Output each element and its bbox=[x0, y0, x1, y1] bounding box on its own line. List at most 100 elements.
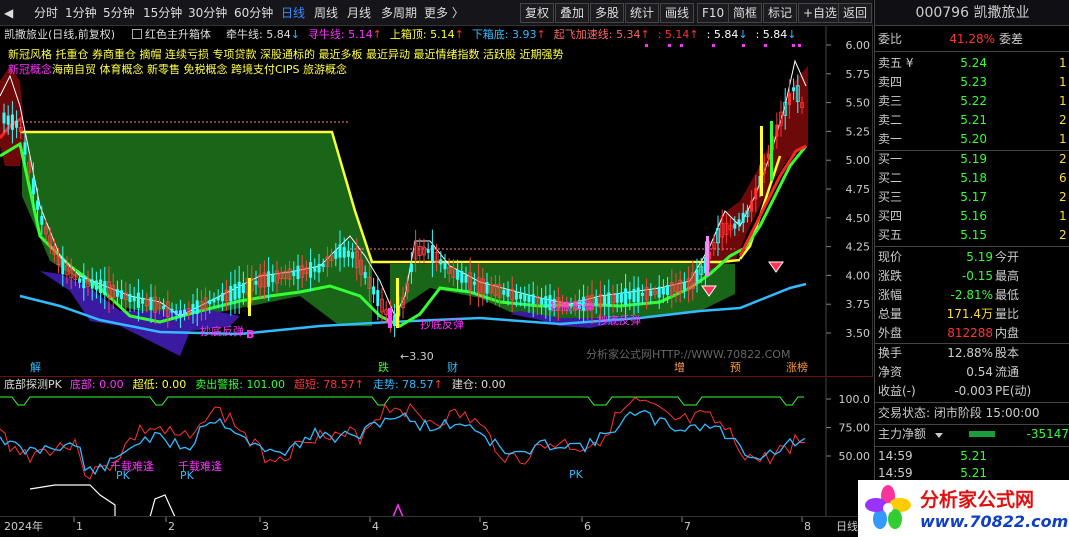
indicator-svg[interactable]: 100.0 75.00 50.00 bbox=[0, 377, 873, 517]
simple-frame-button[interactable]: 简框 bbox=[728, 3, 763, 23]
candle-body bbox=[351, 252, 355, 259]
bid-row[interactable]: 买五 5.15 2 bbox=[875, 226, 1069, 245]
level-label: 买二 bbox=[878, 171, 903, 185]
stat-row: 换手 12.88% 股本 bbox=[875, 344, 1069, 363]
tab-multi-period[interactable]: 多周期 bbox=[381, 4, 417, 22]
tab-more[interactable]: 更多 〉 bbox=[424, 4, 464, 22]
tab-1min[interactable]: 1分钟 bbox=[65, 4, 97, 22]
month-4: 4 bbox=[372, 520, 379, 533]
year-label: 2024年 bbox=[4, 520, 43, 533]
level-label: 买五 bbox=[878, 228, 903, 242]
add-watchlist-button[interactable]: +自选 bbox=[798, 3, 843, 23]
overlay-button[interactable]: 叠加 bbox=[555, 3, 590, 23]
checkbox-icon[interactable] bbox=[132, 29, 142, 39]
y-tick-label: 5.75 bbox=[846, 68, 871, 81]
event-jie[interactable]: 解 bbox=[30, 361, 41, 375]
period-indicator[interactable]: 日线 bbox=[836, 520, 858, 534]
candle-body bbox=[632, 288, 636, 303]
legend-value: 101.00 bbox=[246, 378, 286, 391]
candle-body bbox=[456, 269, 460, 280]
tab-fenshi[interactable]: 分时 bbox=[34, 4, 58, 22]
event-die[interactable]: 跌 bbox=[378, 361, 389, 375]
ask-row[interactable]: 卖二 5.21 2 bbox=[875, 111, 1069, 130]
candle-body bbox=[430, 245, 434, 262]
bid-row[interactable]: 买三 5.17 2 bbox=[875, 188, 1069, 207]
event-zeng[interactable]: 增 bbox=[674, 361, 685, 375]
ask-row[interactable]: 卖五 ¥ 5.24 1 bbox=[875, 54, 1069, 73]
indicator-name: 下箱底: bbox=[471, 28, 509, 41]
yellow-signal-bar bbox=[760, 126, 763, 196]
legend-name: 建仓: bbox=[451, 378, 478, 391]
legend-item-3: 超短: 78.57↑ bbox=[294, 378, 364, 391]
candle-body bbox=[241, 283, 245, 294]
candle-body bbox=[506, 290, 510, 297]
main-flow-label: 主力净额 bbox=[878, 427, 927, 441]
chaodi-label-4: 抄底反弹 bbox=[597, 314, 641, 327]
draw-line-button[interactable]: 画线 bbox=[660, 3, 695, 23]
multi-stock-button[interactable]: 多股 bbox=[590, 3, 625, 23]
legend-item-2: 卖出警报: 101.00 bbox=[195, 378, 285, 391]
legend-name: 底部: bbox=[69, 378, 96, 391]
stats-button[interactable]: 统计 bbox=[625, 3, 660, 23]
ask-row[interactable]: 卖一 5.20 1 bbox=[875, 130, 1069, 149]
ask-row[interactable]: 卖四 5.23 1 bbox=[875, 73, 1069, 92]
candle-body bbox=[61, 258, 65, 275]
legend-value: 0.00 bbox=[99, 378, 124, 391]
weibi-label: 委比 bbox=[878, 32, 903, 46]
candle-body bbox=[363, 272, 367, 279]
candle-body bbox=[36, 200, 40, 210]
legend-name: 超短: bbox=[294, 378, 320, 391]
back-icon[interactable]: ◀ bbox=[4, 4, 13, 22]
candle-body bbox=[78, 278, 82, 283]
event-yu[interactable]: 预 bbox=[730, 361, 741, 375]
tab-weekly[interactable]: 周线 bbox=[314, 4, 338, 22]
candle-body bbox=[195, 300, 199, 314]
tab-60min[interactable]: 60分钟 bbox=[234, 4, 273, 22]
stat-row: 涨幅 -2.81% 最低 bbox=[875, 286, 1069, 305]
month-6: 6 bbox=[584, 520, 591, 533]
bid-row[interactable]: 买二 5.18 6 bbox=[875, 169, 1069, 188]
indicator-legend: 底部探测PK 底部: 0.00 超低: 0.00 卖出警报: 101.00 超短: 78… bbox=[4, 378, 515, 392]
bid-row[interactable]: 买四 5.16 1 bbox=[875, 207, 1069, 226]
candle-body bbox=[321, 263, 325, 267]
level-label: 卖五 ¥ bbox=[878, 56, 914, 70]
time-axis: 2024年 1 2 3 4 5 6 7 8 日线 bbox=[0, 516, 873, 537]
bid-row[interactable]: 买一 5.19 2 bbox=[875, 150, 1069, 169]
stock-chart-app: ◀ 分时 1分钟 5分钟 15分钟 30分钟 60分钟 日线 周线 月线 多周期… bbox=[0, 0, 1069, 537]
bottom-detect-indicator[interactable]: 100.0 75.00 50.00 底部探测PK 底部: 0.00 超低: 0.00 卖出… bbox=[0, 376, 873, 517]
kline-chart[interactable]: 6.00 5.75 5.50 5.25 5.00 4.75 4.50 4.25 4.00 3.75… bbox=[0, 26, 873, 376]
event-zhangbang[interactable]: 涨榜 bbox=[786, 361, 808, 375]
tab-30min[interactable]: 30分钟 bbox=[188, 4, 227, 22]
tab-monthly[interactable]: 月线 bbox=[347, 4, 371, 22]
return-button[interactable]: 返回 bbox=[838, 3, 873, 23]
concept-covid: 新冠概念 bbox=[8, 63, 52, 76]
stock-code-name[interactable]: 000796 凯撒旅业 bbox=[875, 0, 1069, 26]
y-tick-label: 4.00 bbox=[846, 269, 871, 282]
watermark: 分析家公式网HTTP://WWW.70822.COM bbox=[586, 348, 791, 361]
f10-button[interactable]: F10 bbox=[697, 3, 730, 23]
candle-body bbox=[31, 178, 35, 195]
weibi-row: 委比 41.28% 委差 bbox=[875, 30, 1069, 49]
ask-row[interactable]: 卖三 5.22 1 bbox=[875, 92, 1069, 111]
candle-body bbox=[393, 315, 397, 326]
candle-body bbox=[292, 270, 296, 277]
stat-row: 现价 5.19 今开 bbox=[875, 248, 1069, 267]
candle-body bbox=[439, 259, 443, 265]
candle-body bbox=[10, 114, 14, 130]
red-box-checkbox[interactable]: 红色主升箱体 bbox=[132, 28, 211, 42]
stat-row: 净资 0.54 流通 bbox=[875, 363, 1069, 382]
candle-body bbox=[661, 287, 665, 295]
fuquan-button[interactable]: 复权 bbox=[520, 3, 555, 23]
tab-daily[interactable]: 日线 bbox=[281, 4, 305, 22]
tab-15min[interactable]: 15分钟 bbox=[143, 4, 182, 22]
candle-body bbox=[162, 305, 166, 310]
tab-5min[interactable]: 5分钟 bbox=[103, 4, 135, 22]
mark-button[interactable]: 标记 bbox=[763, 3, 798, 23]
event-cai[interactable]: 财 bbox=[447, 361, 458, 375]
candle-body bbox=[216, 297, 220, 301]
month-3: 3 bbox=[262, 520, 269, 533]
main-flow-row[interactable]: 主力净额 -35147 bbox=[875, 425, 1069, 444]
dropdown-icon[interactable] bbox=[935, 433, 943, 438]
divider bbox=[875, 51, 1069, 52]
y-tick-label: 6.00 bbox=[846, 39, 871, 52]
